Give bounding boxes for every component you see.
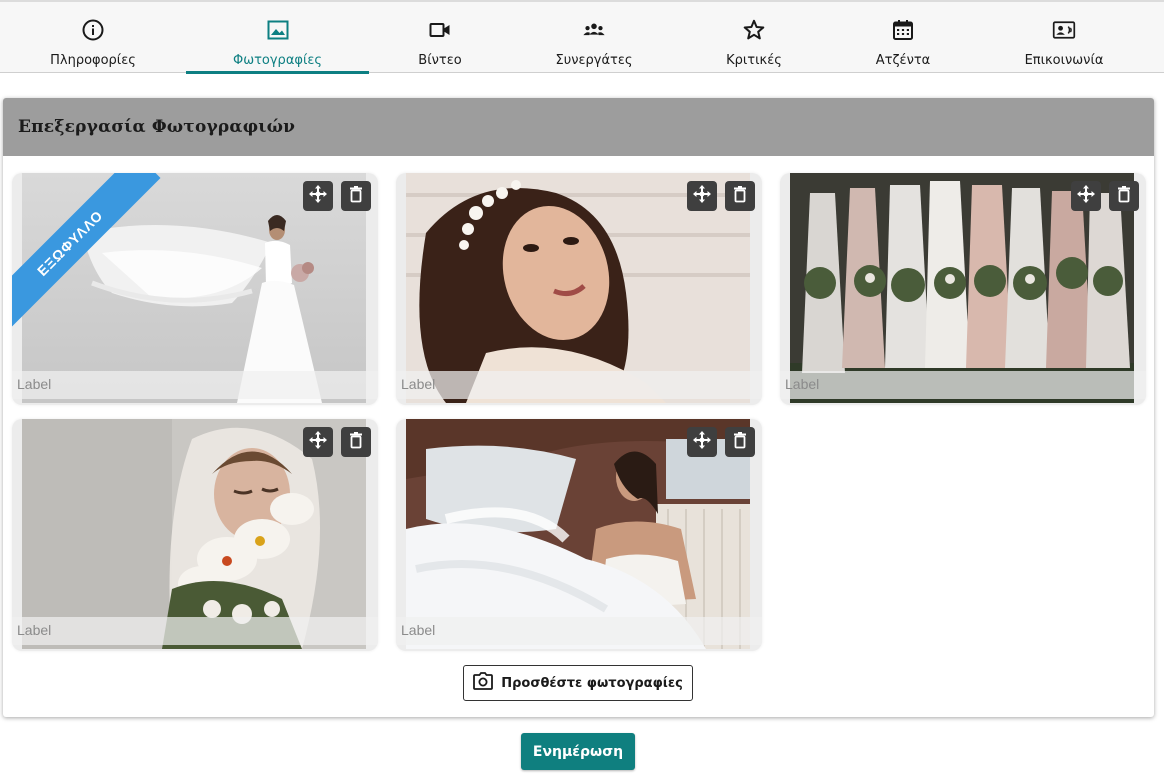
move-arrows-icon [308, 184, 328, 208]
move-button[interactable] [687, 181, 717, 211]
photo-tile[interactable]: Label [396, 419, 762, 651]
trash-icon [1114, 184, 1134, 208]
move-arrows-icon [1076, 184, 1096, 208]
trash-icon [730, 184, 750, 208]
group-icon [582, 18, 606, 42]
photo-tile[interactable]: ΕΞΩΦΥΛΛΟ Label [12, 173, 378, 405]
tab-agenda[interactable]: Ατζέντα [866, 2, 940, 74]
contact-card-icon [1052, 18, 1076, 42]
tab-partners[interactable]: Συνεργάτες [544, 2, 644, 74]
tab-video[interactable]: Βίντεο [398, 2, 482, 74]
tab-contact[interactable]: Επικοινωνία [1012, 2, 1116, 74]
move-button[interactable] [687, 427, 717, 457]
star-icon [742, 18, 766, 42]
photo-tile[interactable]: Label [396, 173, 762, 405]
page-title: Επεξεργασία Φωτογραφιών [18, 117, 296, 137]
update-button[interactable]: Ενημέρωση [521, 733, 635, 770]
photo-label: Label [401, 376, 436, 392]
cover-badge: ΕΞΩΦΥΛΛΟ [33, 206, 107, 280]
info-circle-icon [81, 18, 105, 42]
photo-label: Label [785, 376, 820, 392]
delete-button[interactable] [725, 427, 755, 457]
update-button-label: Ενημέρωση [532, 743, 624, 760]
delete-button[interactable] [341, 427, 371, 457]
move-arrows-icon [692, 430, 712, 454]
trash-icon [730, 430, 750, 454]
tab-video-label: Βίντεο [418, 53, 462, 68]
videocam-icon [428, 18, 452, 42]
add-photos-button[interactable]: Προσθέστε φωτογραφίες [463, 665, 693, 701]
move-button[interactable] [303, 181, 333, 211]
tab-photos[interactable]: Φωτογραφίες [186, 2, 369, 74]
move-arrows-icon [308, 430, 328, 454]
delete-button[interactable] [341, 181, 371, 211]
photo-editor-card: Επεξεργασία Φωτογραφιών ΕΞΩΦΥΛΛΟ Label L… [3, 98, 1154, 717]
cover-ribbon: ΕΞΩΦΥΛΛΟ [12, 173, 172, 333]
move-button[interactable] [303, 427, 333, 457]
photo-label-bar: Label [396, 617, 762, 645]
tab-reviews-label: Κριτικές [726, 53, 782, 68]
photo-label: Label [17, 622, 52, 638]
active-tab-indicator [186, 71, 369, 74]
photo-label: Label [401, 622, 436, 638]
card-header: Επεξεργασία Φωτογραφιών [3, 98, 1154, 156]
image-icon [266, 18, 290, 42]
tab-bar: Πληροφορίες Φωτογραφίες Βίντεο Συνεργάτε… [0, 0, 1164, 74]
photo-label-bar: Label [12, 617, 378, 645]
move-arrows-icon [692, 184, 712, 208]
tab-info-label: Πληροφορίες [50, 53, 136, 68]
trash-icon [346, 430, 366, 454]
tab-partners-label: Συνεργάτες [555, 53, 633, 68]
photo-tile[interactable]: Label [12, 419, 378, 651]
photo-label-bar: Label [396, 371, 762, 399]
tab-agenda-label: Ατζέντα [875, 53, 931, 68]
tab-info[interactable]: Πληροφορίες [38, 2, 148, 74]
add-photos-label: Προσθέστε φωτογραφίες [501, 675, 683, 691]
photo-label-bar: Label [780, 371, 1146, 399]
photo-label: Label [17, 376, 52, 392]
trash-icon [346, 184, 366, 208]
calendar-icon [891, 18, 915, 42]
photo-label-bar: Label [12, 371, 378, 399]
tab-photos-label: Φωτογραφίες [232, 53, 323, 68]
tab-contact-label: Επικοινωνία [1024, 53, 1104, 68]
delete-button[interactable] [1109, 181, 1139, 211]
photo-tile[interactable]: Label [780, 173, 1146, 405]
delete-button[interactable] [725, 181, 755, 211]
camera-icon [473, 672, 494, 694]
move-button[interactable] [1071, 181, 1101, 211]
tab-reviews[interactable]: Κριτικές [714, 2, 794, 74]
